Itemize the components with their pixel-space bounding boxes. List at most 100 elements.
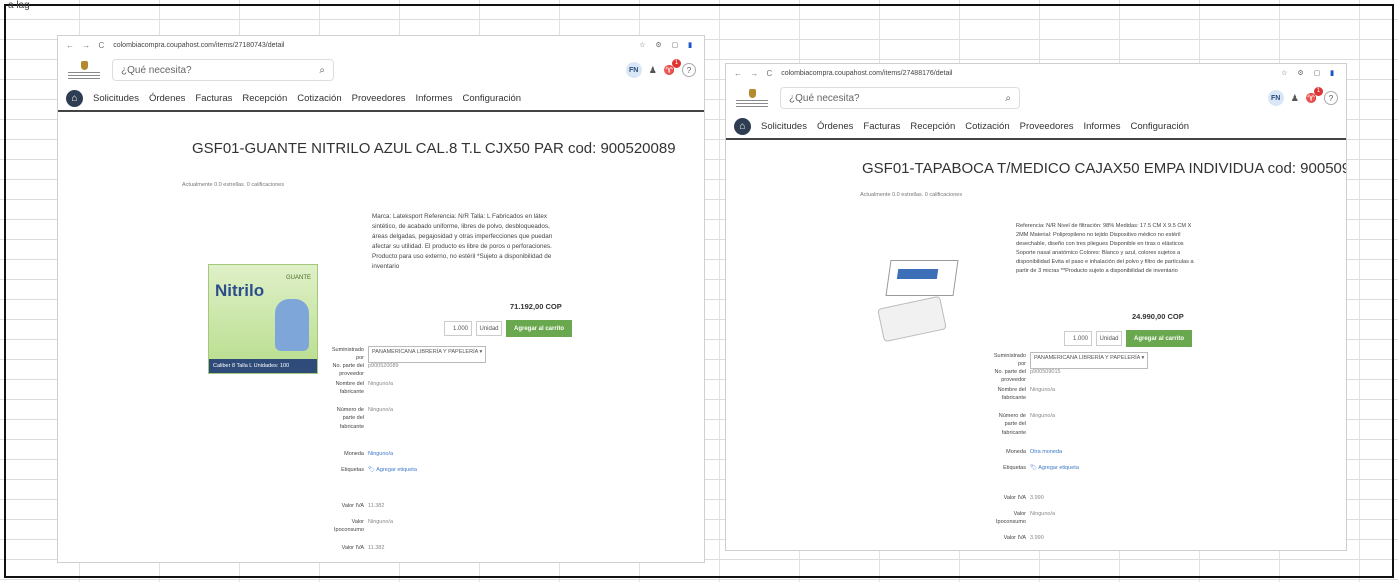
mask-box-graphic xyxy=(885,260,959,296)
search-icon[interactable]: ⌕ xyxy=(1005,93,1011,104)
menu-item-recepcion[interactable]: Recepción xyxy=(242,93,287,104)
user-toolbar: FN ♟ ♈ 1 ? xyxy=(625,58,696,78)
search-input[interactable]: ¿Qué necesita? ⌕ xyxy=(112,59,334,81)
iva-value: 11.382 xyxy=(368,503,385,509)
currency-row: Moneda Otra moneda xyxy=(986,448,1062,456)
menu-item-solicitudes[interactable]: Solicitudes xyxy=(761,121,807,132)
manufacturer-name-row: Nombre del fabricante Ninguno/a xyxy=(986,386,1056,403)
government-logo[interactable] xyxy=(734,86,770,110)
menu-item-informes[interactable]: Informes xyxy=(1083,121,1120,132)
product-image[interactable]: GUANTE Nitrilo Caliber 8 Talla L Unidade… xyxy=(208,264,318,374)
main-menu: ⌂ Solicitudes Órdenes Facturas Recepción… xyxy=(58,86,704,112)
add-to-cart-button[interactable]: Agregar al carrito xyxy=(506,320,573,337)
add-tag-label: Agregar etiqueta xyxy=(1038,465,1079,471)
unit-select[interactable]: Unidad xyxy=(1096,331,1122,346)
manufacturer-name-label: Nombre del fabricante xyxy=(997,387,1026,402)
iva2-row: Valor IVA 3.990 xyxy=(986,534,1044,542)
currency-value[interactable]: Otra moneda xyxy=(1030,448,1062,456)
tags-label: Etiquetas xyxy=(341,467,364,473)
add-to-cart-button[interactable]: Agregar al carrito xyxy=(1126,330,1193,347)
supplied-by-row: Suministrado por PANAMERICANA LIBRERÍA Y… xyxy=(324,346,487,363)
avatar[interactable]: FN xyxy=(625,62,642,78)
ipoconsumo-value: Ninguno/a xyxy=(1030,511,1056,517)
quantity-input[interactable]: 1.000 xyxy=(1064,331,1092,346)
menu-item-proveedores[interactable]: Proveedores xyxy=(352,93,406,104)
currency-label: Moneda xyxy=(1006,449,1026,455)
cart-icon[interactable]: ♈ 1 xyxy=(664,58,681,76)
mask-graphic xyxy=(877,295,947,343)
menu-item-ordenes[interactable]: Órdenes xyxy=(149,93,185,104)
add-tag-button[interactable]: 🏷 Agregar etiqueta xyxy=(1030,464,1079,472)
manufacturer-part-label: Número de parte del fabricante xyxy=(998,413,1026,436)
user-toolbar: FN ♟ ♈ 1 ? xyxy=(1267,86,1338,106)
help-icon[interactable]: ? xyxy=(1324,91,1338,105)
menu-item-proveedores[interactable]: Proveedores xyxy=(1020,121,1074,132)
add-tag-button[interactable]: 🏷 Agregar etiqueta xyxy=(368,466,417,474)
notification-icon[interactable]: ♟ xyxy=(1291,93,1299,104)
browser-extension-icons[interactable]: ☆ ⚙ ▢ ▮ xyxy=(1281,69,1338,77)
home-icon[interactable]: ⌂ xyxy=(734,117,751,135)
home-icon[interactable]: ⌂ xyxy=(66,89,83,107)
product-rating[interactable]: Actualmente 0.0 estrellas. 0 calificacio… xyxy=(182,182,284,188)
supplier-select[interactable]: PANAMERICANA LIBRERÍA Y PAPELERÍA ▾ xyxy=(1030,352,1149,369)
iva2-row: Valor IVA 11.382 xyxy=(324,544,385,552)
manufacturer-part-label: Número de parte del fabricante xyxy=(336,407,364,430)
menu-item-facturas[interactable]: Facturas xyxy=(195,93,232,104)
iva-label: Valor IVA xyxy=(1003,495,1026,501)
supplier-part-row: No. parte del proveedor p900509015 xyxy=(976,368,1061,385)
product-rating[interactable]: Actualmente 0.0 estrellas. 0 calificacio… xyxy=(860,192,962,198)
currency-value[interactable]: Ninguno/a xyxy=(368,450,393,458)
search-icon[interactable]: ⌕ xyxy=(319,65,325,76)
menu-item-informes[interactable]: Informes xyxy=(415,93,452,104)
purchase-row: 1.000 Unidad Agregar al carrito xyxy=(444,320,573,337)
caption-fragment: a lag xyxy=(8,0,30,11)
tags-row: Etiquetas 🏷 Agregar etiqueta xyxy=(986,464,1079,472)
menu-item-cotizacion[interactable]: Cotización xyxy=(297,93,341,104)
supplier-value: PANAMERICANA LIBRERÍA Y PAPELERÍA xyxy=(1034,355,1140,361)
cart-icon[interactable]: ♈ 1 xyxy=(1306,86,1323,104)
iva2-label: Valor IVA xyxy=(1003,535,1026,541)
manufacturer-part-row: Número de parte del fabricante Ninguno/a xyxy=(324,406,393,431)
ipoconsumo-value: Ninguno/a xyxy=(368,519,394,525)
avatar[interactable]: FN xyxy=(1267,90,1284,106)
search-placeholder: ¿Qué necesita? xyxy=(789,92,860,104)
help-icon[interactable]: ? xyxy=(682,63,696,77)
manufacturer-name-label: Nombre del fabricante xyxy=(335,381,364,396)
image-tag: GUANTE xyxy=(285,275,311,281)
notification-icon[interactable]: ♟ xyxy=(649,65,657,76)
search-placeholder: ¿Qué necesita? xyxy=(121,64,192,76)
iva-row: Valor IVA 3.990 xyxy=(986,494,1044,502)
part-number-label: No. parte del proveedor xyxy=(332,363,365,378)
menu-item-configuracion[interactable]: Configuración xyxy=(1130,121,1189,132)
supplier-select[interactable]: PANAMERICANA LIBRERÍA Y PAPELERÍA ▾ xyxy=(368,346,487,363)
browser-nav-icons[interactable]: ← → C xyxy=(734,69,775,78)
menu-item-ordenes[interactable]: Órdenes xyxy=(817,121,853,132)
address-url[interactable]: colombiacompra.coupahost.com/items/27180… xyxy=(113,42,633,49)
menu-item-solicitudes[interactable]: Solicitudes xyxy=(93,93,139,104)
image-band: Caliber 8 Talla L Unidades: 100 xyxy=(209,359,317,373)
address-url[interactable]: colombiacompra.coupahost.com/items/27488… xyxy=(781,70,1275,77)
quantity-input[interactable]: 1.000 xyxy=(444,321,472,336)
menu-item-facturas[interactable]: Facturas xyxy=(863,121,900,132)
government-logo[interactable] xyxy=(66,58,102,82)
product-price: 24.990,00 COP xyxy=(1132,312,1184,321)
browser-extension-icons[interactable]: ☆ ⚙ ▢ ▮ xyxy=(639,41,696,49)
menu-item-recepcion[interactable]: Recepción xyxy=(910,121,955,132)
browser-nav-icons[interactable]: ← → C xyxy=(66,41,107,50)
right-product-screenshot: ← → C colombiacompra.coupahost.com/items… xyxy=(726,64,1346,550)
product-image[interactable] xyxy=(876,260,964,352)
currency-label: Moneda xyxy=(344,451,364,457)
supplied-by-label: Suministrado por xyxy=(993,353,1026,368)
manufacturer-name-row: Nombre del fabricante Ninguno/a xyxy=(324,380,394,397)
supplier-value: PANAMERICANA LIBRERÍA Y PAPELERÍA xyxy=(372,349,478,355)
menu-item-cotizacion[interactable]: Cotización xyxy=(965,121,1009,132)
unit-select[interactable]: Unidad xyxy=(476,321,502,336)
product-description: Marca: Lateksport Referencia: N/R Talla:… xyxy=(372,213,553,271)
menu-item-configuracion[interactable]: Configuración xyxy=(462,93,521,104)
iva2-label: Valor IVA xyxy=(341,545,364,551)
tags-row: Etiquetas 🏷 Agregar etiqueta xyxy=(324,466,417,474)
part-number-label: No. parte del proveedor xyxy=(994,369,1027,384)
supplied-by-label: Suministrado por xyxy=(331,347,364,362)
iva2-value: 11.382 xyxy=(368,545,385,551)
search-input[interactable]: ¿Qué necesita? ⌕ xyxy=(780,87,1020,109)
